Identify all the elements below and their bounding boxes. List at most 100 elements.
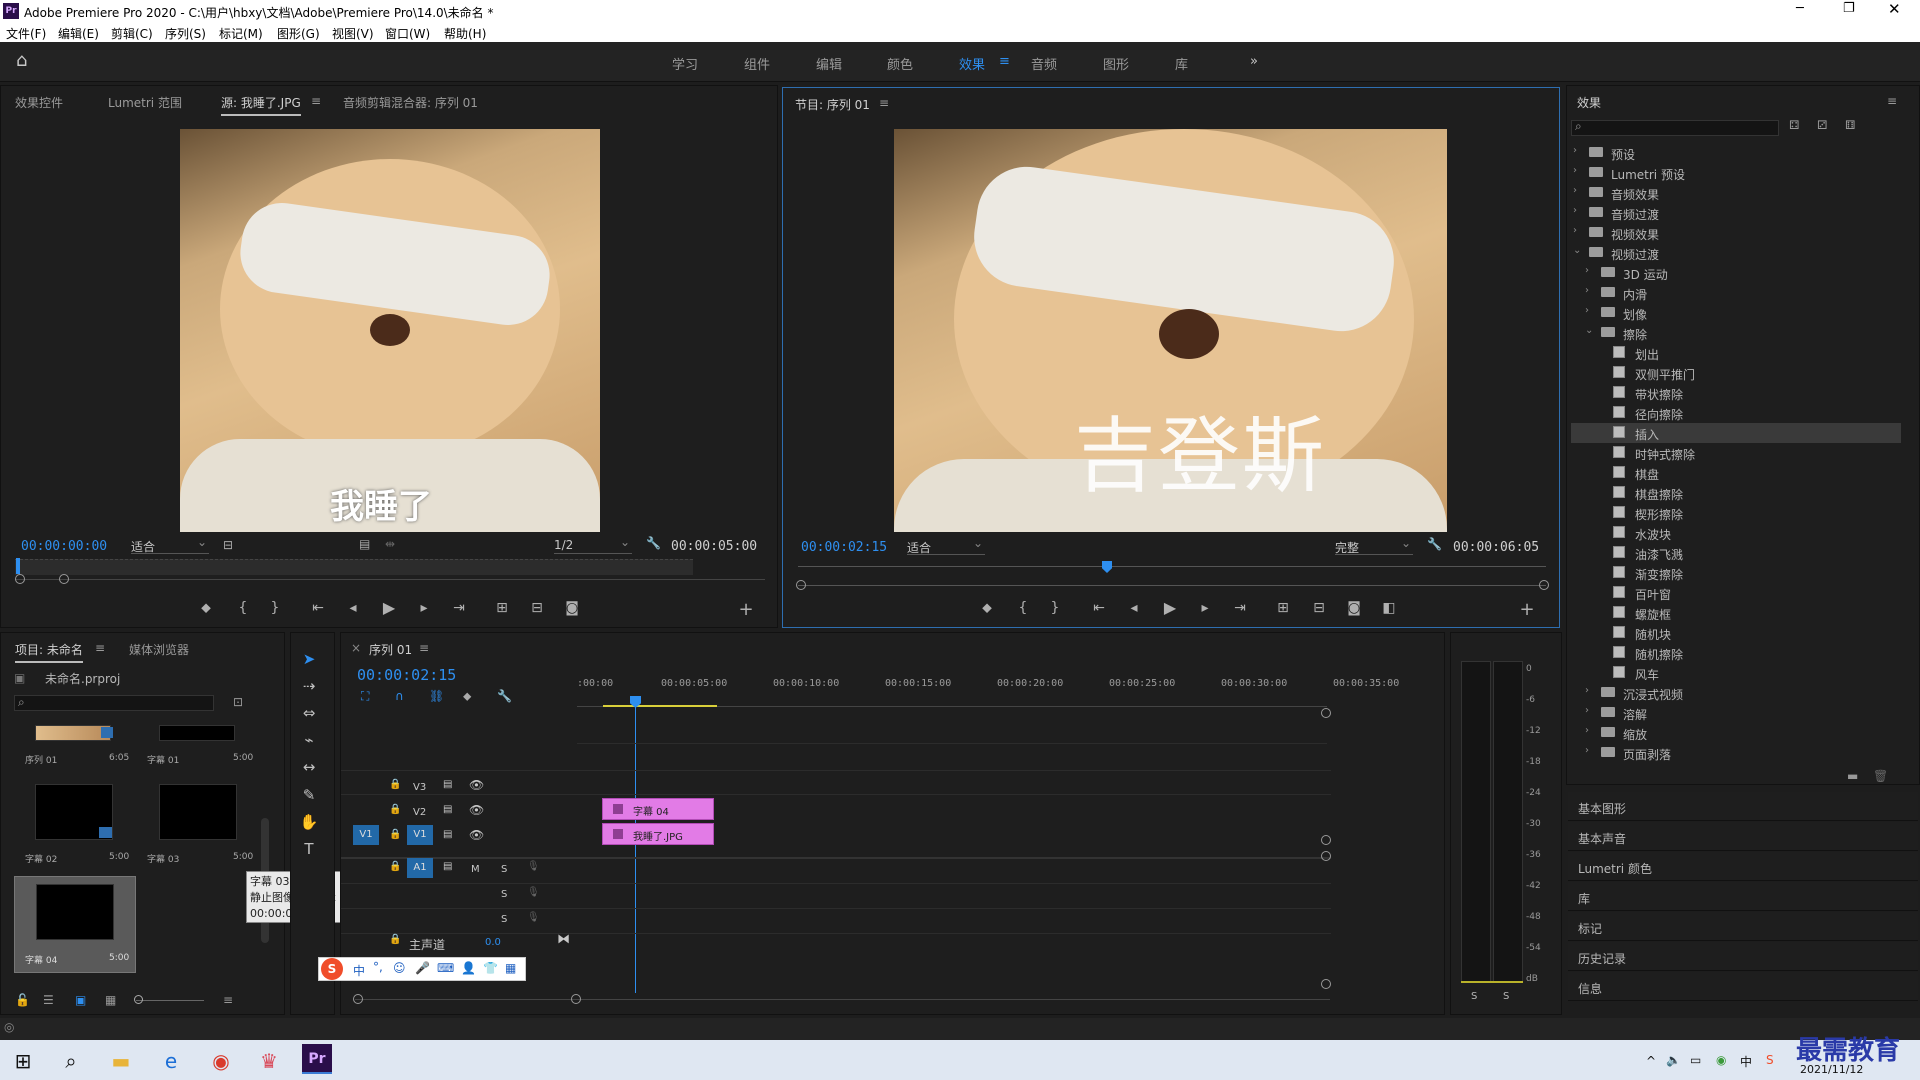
- video-scroll-top-handle[interactable]: [1321, 708, 1331, 718]
- tray-app-icon[interactable]: ◉: [1716, 1053, 1726, 1067]
- solo-button[interactable]: S: [501, 914, 507, 925]
- track-select-tool-icon[interactable]: ⇢: [296, 677, 322, 699]
- nest-icon[interactable]: ⛶: [361, 689, 369, 704]
- program-go-to-in-icon[interactable]: ⇤: [1088, 600, 1110, 616]
- program-step-forward-icon[interactable]: ▸: [1194, 600, 1216, 616]
- effect-item[interactable]: 螺旋框: [1571, 603, 1901, 623]
- maximize-button[interactable]: ❐: [1843, 1, 1855, 16]
- h-scroll-left-handle[interactable]: [353, 994, 363, 1004]
- sogou-tray-icon[interactable]: S: [1766, 1053, 1774, 1067]
- go-to-ends-icon[interactable]: ⧓: [557, 932, 570, 947]
- close-sequence-icon[interactable]: ×: [351, 641, 361, 655]
- chevron-right-icon[interactable]: ›: [1573, 225, 1577, 236]
- program-mark-in-icon[interactable]: {: [1012, 600, 1034, 616]
- ime-voice-icon[interactable]: 🎤: [415, 961, 430, 975]
- track-lock-icon[interactable]: 🔒: [389, 861, 401, 872]
- video-scroll-bottom-handle[interactable]: [1321, 835, 1331, 845]
- menu-edit[interactable]: 编辑(E): [58, 25, 99, 42]
- step-back-icon[interactable]: ◂: [342, 600, 364, 616]
- effect-folder[interactable]: › 音频过渡: [1571, 203, 1901, 223]
- program-time-ruler[interactable]: [798, 566, 1546, 567]
- eye-icon[interactable]: 👁: [469, 778, 484, 792]
- workspace-editing[interactable]: 编辑: [816, 54, 842, 73]
- workspace-more-button[interactable]: »: [1250, 54, 1258, 69]
- file-explorer-icon[interactable]: ▬: [106, 1046, 136, 1076]
- delete-icon[interactable]: 🗑: [1873, 769, 1888, 783]
- paint-app-icon[interactable]: ♛: [254, 1046, 284, 1076]
- tab-source[interactable]: 源: 我睡了.JPG: [221, 94, 301, 116]
- program-export-frame-icon[interactable]: ◙: [1343, 600, 1365, 616]
- effect-folder[interactable]: › 视频效果: [1571, 223, 1901, 243]
- button-editor-icon[interactable]: +: [735, 599, 757, 620]
- timeline-settings-icon[interactable]: 🔧: [497, 689, 512, 703]
- export-frame-icon[interactable]: ◙: [561, 600, 583, 616]
- program-go-to-out-icon[interactable]: ⇥: [1229, 600, 1251, 616]
- effect-item[interactable]: 油漆飞溅: [1571, 543, 1901, 563]
- effects-menu-icon[interactable]: ≡: [1887, 94, 1897, 108]
- chevron-right-icon[interactable]: ›: [1573, 145, 1577, 156]
- ime-keyboard-icon[interactable]: ⌨: [437, 961, 454, 975]
- tab-menu-icon[interactable]: ≡: [311, 94, 321, 108]
- thumb-sequence-01[interactable]: [35, 725, 111, 741]
- ime-punct-icon[interactable]: °,: [373, 960, 383, 974]
- mute-button[interactable]: M: [471, 864, 480, 875]
- chrome-icon[interactable]: ◉: [206, 1046, 236, 1076]
- chevron-right-icon[interactable]: ›: [1585, 725, 1589, 736]
- type-tool-icon[interactable]: T: [296, 840, 322, 862]
- solo-button[interactable]: S: [501, 864, 507, 875]
- chevron-right-icon[interactable]: ›: [1585, 705, 1589, 716]
- timeline-timecode[interactable]: 00:00:02:15: [357, 666, 456, 684]
- chevron-right-icon[interactable]: ›: [1585, 265, 1589, 276]
- ime-skin-icon[interactable]: 👕: [483, 961, 498, 975]
- accelerated-effects-icon[interactable]: ⚃: [1789, 118, 1799, 132]
- ime-emoji-icon[interactable]: ☺: [393, 961, 406, 975]
- meter-solo-right[interactable]: S: [1503, 991, 1509, 1002]
- program-add-marker-icon[interactable]: ⬥: [976, 600, 998, 616]
- ime-user-icon[interactable]: 👤: [461, 961, 476, 975]
- effect-item[interactable]: 时钟式擦除: [1571, 443, 1901, 463]
- effect-item[interactable]: 划出: [1571, 343, 1901, 363]
- source-resolution-dropdown[interactable]: 1/2: [554, 535, 632, 554]
- windows-start-icon[interactable]: ⊞: [8, 1046, 38, 1076]
- program-play-icon[interactable]: ▶: [1159, 598, 1181, 617]
- work-area-bar[interactable]: [603, 705, 717, 707]
- effect-item[interactable]: 风车: [1571, 663, 1901, 683]
- chevron-right-icon[interactable]: ›: [1585, 305, 1589, 316]
- new-bin-icon[interactable]: ▬: [1847, 769, 1858, 783]
- menu-file[interactable]: 文件(F): [6, 25, 46, 42]
- thumb-size-slider[interactable]: [136, 1000, 204, 1001]
- menu-marker[interactable]: 标记(M): [219, 25, 263, 42]
- track-lock-icon[interactable]: 🔒: [389, 779, 401, 790]
- add-marker-icon[interactable]: ⬥: [195, 600, 217, 616]
- volume-icon[interactable]: 🔈: [1666, 1053, 1681, 1067]
- effect-folder[interactable]: › Lumetri 预设: [1571, 163, 1901, 183]
- minimize-button[interactable]: ─: [1796, 1, 1804, 16]
- sync-lock-icon[interactable]: ▤: [443, 779, 452, 790]
- tab-program[interactable]: 节目: 序列 01: [795, 96, 870, 113]
- ime-tools-icon[interactable]: ▦: [505, 961, 516, 975]
- effects-search-input[interactable]: [1571, 120, 1779, 136]
- razor-tool-icon[interactable]: ⌁: [296, 731, 322, 753]
- source-timecode[interactable]: 00:00:00:00: [21, 539, 107, 554]
- sync-lock-icon[interactable]: ▤: [443, 804, 452, 815]
- section-essential-sound[interactable]: 基本声音: [1568, 822, 1918, 851]
- effect-folder[interactable]: › 内滑: [1571, 283, 1901, 303]
- track-lock-icon[interactable]: 🔒: [389, 829, 401, 840]
- effect-item[interactable]: 百叶窗: [1571, 583, 1901, 603]
- menu-help[interactable]: 帮助(H): [444, 25, 486, 42]
- new-search-bin-icon[interactable]: ⊡: [233, 695, 243, 709]
- source-scroll-right-handle[interactable]: [59, 574, 69, 584]
- section-essential-graphics[interactable]: 基本图形: [1568, 792, 1918, 821]
- audio-scroll-top-handle[interactable]: [1321, 851, 1331, 861]
- menu-sequence[interactable]: 序列(S): [165, 25, 206, 42]
- audio-scroll-bottom-handle[interactable]: [1321, 979, 1331, 989]
- track-target-a1[interactable]: A1: [407, 858, 433, 878]
- clip-title-04[interactable]: 字幕 04: [602, 798, 714, 820]
- effect-folder[interactable]: › 划像: [1571, 303, 1901, 323]
- section-libraries[interactable]: 库: [1568, 882, 1918, 911]
- workspace-learn[interactable]: 学习: [672, 54, 698, 73]
- snap-icon[interactable]: ∩: [395, 689, 404, 703]
- ime-chinese-mode[interactable]: 中: [353, 962, 365, 979]
- track-target-v1[interactable]: V1: [407, 825, 433, 845]
- project-search-input[interactable]: [14, 695, 214, 711]
